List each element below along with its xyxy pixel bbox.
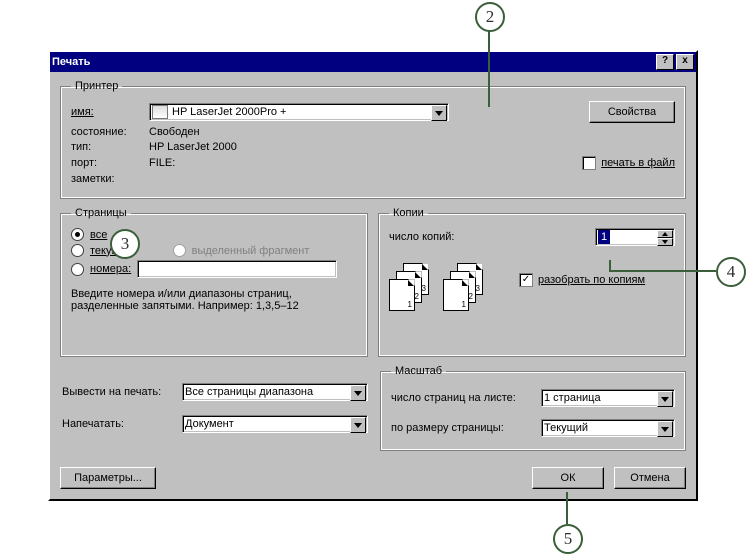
cancel-button[interactable]: Отмена [614,467,686,489]
printer-icon [152,105,168,119]
pages-group: Страницы все текущая выделенный фрагмент [60,207,368,357]
print-what-combo[interactable]: Документ [182,415,368,433]
chevron-down-icon[interactable] [657,391,673,407]
type-label: тип: [71,141,149,153]
titlebar: Печать ? x [50,52,696,72]
chevron-down-icon[interactable] [431,105,447,121]
properties-button[interactable]: Свойства [589,101,675,123]
scale-group: Масштаб число страниц на листе: 1 страни… [380,365,686,451]
copies-legend: Копии [389,207,428,219]
type-value: HP LaserJet 2000 [149,141,237,153]
callout-2-line [488,30,490,107]
pages-per-sheet-label: число страниц на листе: [391,392,541,404]
page-numbers-input[interactable] [137,260,337,278]
port-label: порт: [71,157,149,169]
fit-label: по размеру страницы: [391,422,541,434]
radio-numbers[interactable] [71,263,84,276]
print-to-file-label[interactable]: печать в файл [601,157,675,169]
copies-count-value: 1 [598,230,610,244]
radio-numbers-label[interactable]: номера: [90,263,131,275]
help-button[interactable]: ? [656,54,674,70]
fit-value: Текущий [544,422,588,434]
radio-selection-label: выделенный фрагмент [192,245,310,257]
callout-5: 5 [553,524,583,554]
options-button[interactable]: Параметры... [60,467,156,489]
printer-group: Принтер имя: HP LaserJet 2000Pro + Свойс… [60,80,686,199]
print-to-file-checkbox[interactable] [582,156,596,170]
printer-legend: Принтер [71,80,122,92]
chevron-down-icon[interactable] [350,385,366,401]
status-value: Свободен [149,126,200,138]
printer-name-label: имя: [71,106,149,118]
radio-selection [173,244,186,257]
callout-4-line-h [609,270,716,272]
fit-combo[interactable]: Текущий [541,419,675,437]
copies-count-label: число копий: [389,231,509,243]
radio-all-label[interactable]: все [90,229,107,241]
print-what-label: Напечатать: [62,418,182,430]
callout-5-line [566,492,568,524]
radio-current[interactable] [71,244,84,257]
notes-label: заметки: [71,173,149,185]
print-dialog: Печать ? x Принтер имя: HP LaserJet 2000… [48,50,698,501]
collate-checkbox[interactable]: ✓ [519,273,533,287]
ok-button[interactable]: ОК [532,467,604,489]
pages-per-sheet-value: 1 страница [544,392,601,404]
copies-group: Копии число копий: 1 [378,207,686,357]
radio-all[interactable] [71,228,84,241]
callout-4-line-v [609,260,611,272]
include-label: Вывести на печать: [62,386,182,398]
spin-down-icon[interactable] [657,238,673,246]
close-button[interactable]: x [676,54,694,70]
chevron-down-icon[interactable] [657,421,673,437]
window-title: Печать [52,56,90,68]
status-label: состояние: [71,126,149,138]
collate-label[interactable]: разобрать по копиям [538,274,645,286]
callout-3: 3 [110,229,140,259]
printer-name-combo[interactable]: HP LaserJet 2000Pro + [149,103,449,121]
callout-4: 4 [716,257,746,287]
print-what-value: Документ [185,418,234,430]
callout-2: 2 [475,2,505,32]
spin-up-icon[interactable] [657,230,673,238]
chevron-down-icon[interactable] [350,417,366,433]
printer-name-value: HP LaserJet 2000Pro + [172,106,286,118]
port-value: FILE: [149,157,175,169]
pages-hint: Введите номера и/или диапазоны страниц, … [71,288,357,312]
scale-legend: Масштаб [391,365,446,377]
include-value: Все страницы диапазона [185,386,313,398]
include-combo[interactable]: Все страницы диапазона [182,383,368,401]
pages-legend: Страницы [71,207,131,219]
pages-per-sheet-combo[interactable]: 1 страница [541,389,675,407]
copies-count-spinner[interactable]: 1 [595,228,675,246]
collate-illustration: 3 2 1 3 2 1 [389,259,519,319]
